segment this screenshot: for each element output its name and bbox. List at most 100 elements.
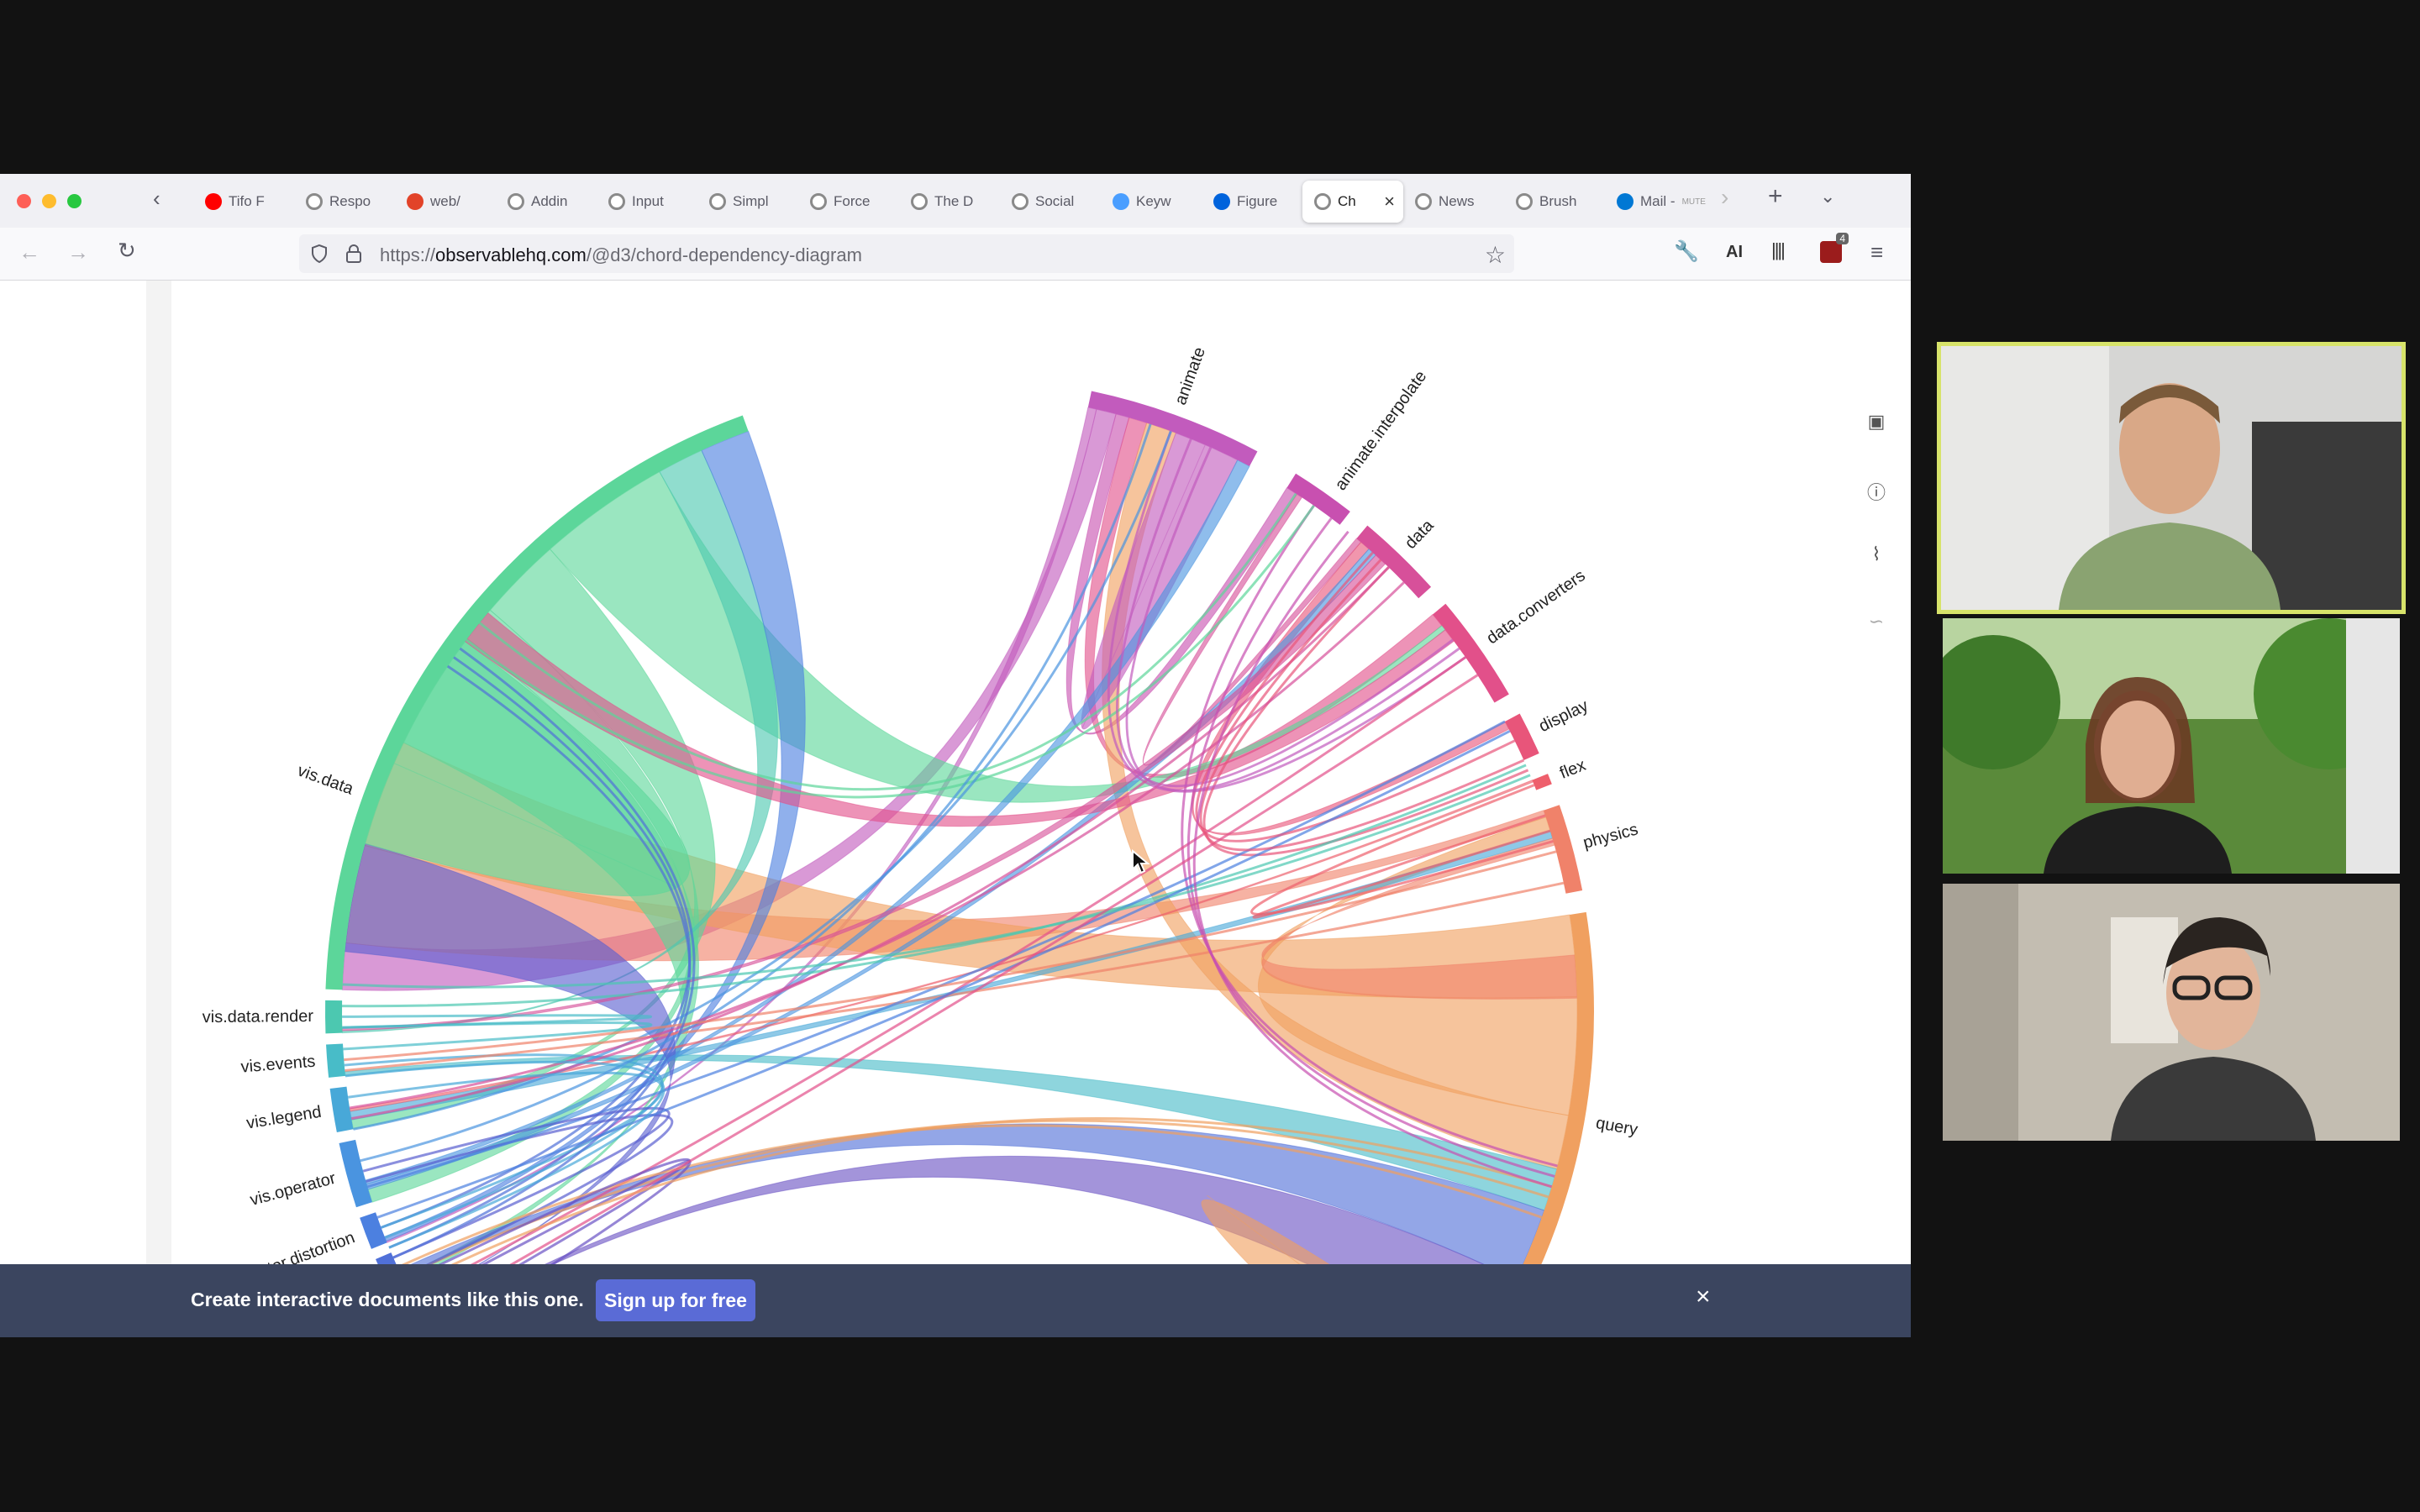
group-arc[interactable]: [326, 1043, 346, 1078]
tab-1[interactable]: Respo: [294, 181, 395, 223]
forward-button[interactable]: →: [67, 239, 89, 265]
group-arc[interactable]: [325, 1000, 343, 1034]
help-icon[interactable]: ⓘ: [1865, 478, 1887, 503]
close-tab-icon[interactable]: ×: [1384, 191, 1395, 213]
network-icon: [1113, 193, 1129, 210]
extension-badge: 4: [1836, 233, 1849, 244]
group-label: data: [1402, 516, 1438, 553]
outlook-icon: [1617, 193, 1634, 210]
group-arc[interactable]: [1433, 603, 1509, 703]
participant-video-2: [1943, 618, 2400, 874]
tab-5[interactable]: Simpl: [697, 181, 798, 223]
group-label: display: [1536, 696, 1591, 736]
paperclip-icon[interactable]: ⌇: [1865, 543, 1887, 565]
observable-icon: [608, 193, 625, 210]
page-content: animate animate.interpolate data data.conve…: [0, 281, 1911, 1337]
tab-11[interactable]: Ch ×: [1302, 181, 1403, 223]
group-label: vis.data.render: [203, 1007, 314, 1026]
group-arc[interactable]: [1543, 805, 1583, 894]
tab-8[interactable]: Social: [1000, 181, 1101, 223]
sign-up-button[interactable]: Sign up for free: [596, 1279, 755, 1321]
link-icon[interactable]: ∽: [1865, 611, 1887, 633]
tab-0[interactable]: Tifo F: [193, 181, 294, 223]
chevron-down-icon[interactable]: ⌄: [1820, 186, 1835, 207]
chevron-right-icon[interactable]: ›: [1721, 184, 1728, 211]
group-arc[interactable]: [339, 1139, 372, 1208]
observable-icon: [1012, 193, 1028, 210]
chart-icon[interactable]: ▣: [1865, 411, 1887, 433]
group-label: physics: [1581, 820, 1640, 853]
group-label: vis.operator: [248, 1169, 338, 1210]
tab-label: Figure: [1237, 193, 1278, 209]
tab-sublabel: MUTED: [1681, 197, 1706, 207]
tab-7[interactable]: The D: [899, 181, 1000, 223]
group-label: data.converters: [1483, 566, 1589, 648]
tab-label: Addin: [531, 193, 568, 209]
tab-label: web/: [430, 193, 460, 209]
new-tab-button[interactable]: +: [1768, 182, 1783, 211]
group-arc[interactable]: [329, 1086, 354, 1133]
mouse-cursor-icon: [1132, 849, 1150, 874]
tab-6[interactable]: Force: [798, 181, 899, 223]
tab-bar: ‹ Tifo F Respo web/Addin Input Simpl Force The…: [0, 174, 1911, 228]
close-window-button[interactable]: [17, 194, 31, 208]
bookmark-star-icon[interactable]: ☆: [1485, 241, 1506, 269]
group-label: vis.data: [295, 761, 356, 799]
tab-10[interactable]: Figure: [1202, 181, 1302, 223]
observable-icon: [1415, 193, 1432, 210]
tab-label: Brush: [1539, 193, 1577, 209]
group-arc[interactable]: [360, 1212, 387, 1249]
browser-window: ‹ Tifo F Respo web/Addin Input Simpl Force The…: [0, 174, 1911, 1337]
video-tile-1[interactable]: [1937, 342, 2406, 614]
lock-icon[interactable]: [345, 244, 363, 264]
video-tile-3[interactable]: [1943, 884, 2400, 1141]
observable-icon: [508, 193, 524, 210]
url-text[interactable]: https://observablehq.com/@d3/chord-depen…: [380, 244, 862, 266]
observable-icon: [1516, 193, 1533, 210]
observable-icon: [1314, 193, 1331, 210]
group-label: vis.events: [240, 1053, 316, 1077]
back-button[interactable]: ←: [18, 239, 40, 265]
tab-label: Simpl: [733, 193, 769, 209]
minimize-window-button[interactable]: [42, 194, 56, 208]
group-label: flex: [1557, 756, 1588, 783]
tab-2[interactable]: web/: [395, 181, 496, 223]
menu-icon[interactable]: ≡: [1870, 239, 1883, 265]
close-icon[interactable]: ×: [1696, 1283, 1711, 1311]
observable-icon: [306, 193, 323, 210]
ublock-icon[interactable]: 4: [1820, 233, 1849, 263]
video-tile-2[interactable]: [1943, 618, 2400, 874]
ai-extension-button[interactable]: AI: [1726, 243, 1743, 262]
tab-9[interactable]: Keyw: [1101, 181, 1202, 223]
group-arc[interactable]: [1532, 774, 1552, 790]
shield-icon[interactable]: [309, 244, 329, 264]
chevron-left-icon[interactable]: ‹: [153, 186, 160, 212]
tab-13[interactable]: Brush: [1504, 181, 1605, 223]
maximize-window-button[interactable]: [67, 194, 82, 208]
tab-label: Mail -: [1640, 193, 1676, 209]
tab-label: Keyw: [1136, 193, 1171, 209]
group-label: animate: [1171, 345, 1209, 407]
group-label: query: [1595, 1114, 1639, 1139]
tab-14[interactable]: Mail - MUTED: [1605, 181, 1706, 223]
tab-4[interactable]: Input: [597, 181, 697, 223]
youtube-icon: [205, 193, 222, 210]
tab-12[interactable]: News: [1403, 181, 1504, 223]
tab-label: Force: [834, 193, 871, 209]
tab-3[interactable]: Addin: [496, 181, 597, 223]
url-bar[interactable]: https://observablehq.com/@d3/chord-depen…: [299, 234, 1514, 273]
banner-text: Create interactive documents like this o…: [191, 1289, 584, 1310]
navigation-bar: ← → ↻ https://observablehq.com/@d3/chord…: [0, 228, 1911, 281]
wrench-icon[interactable]: 🔧: [1674, 239, 1699, 264]
signup-banner: Create interactive documents like this o…: [0, 1264, 1911, 1337]
group-label: vis.legend: [245, 1103, 323, 1133]
observable-icon: [709, 193, 726, 210]
tab-label: The D: [934, 193, 974, 209]
participant-video-1: [1941, 346, 2402, 610]
reload-button[interactable]: ↻: [118, 238, 136, 264]
observable-icon: [911, 193, 928, 210]
observable-icon: [810, 193, 827, 210]
chord-diagram: animate animate.interpolate data data.conve…: [202, 345, 1640, 1337]
group-arc[interactable]: [1504, 713, 1539, 761]
library-icon[interactable]: ||||: [1771, 239, 1786, 261]
